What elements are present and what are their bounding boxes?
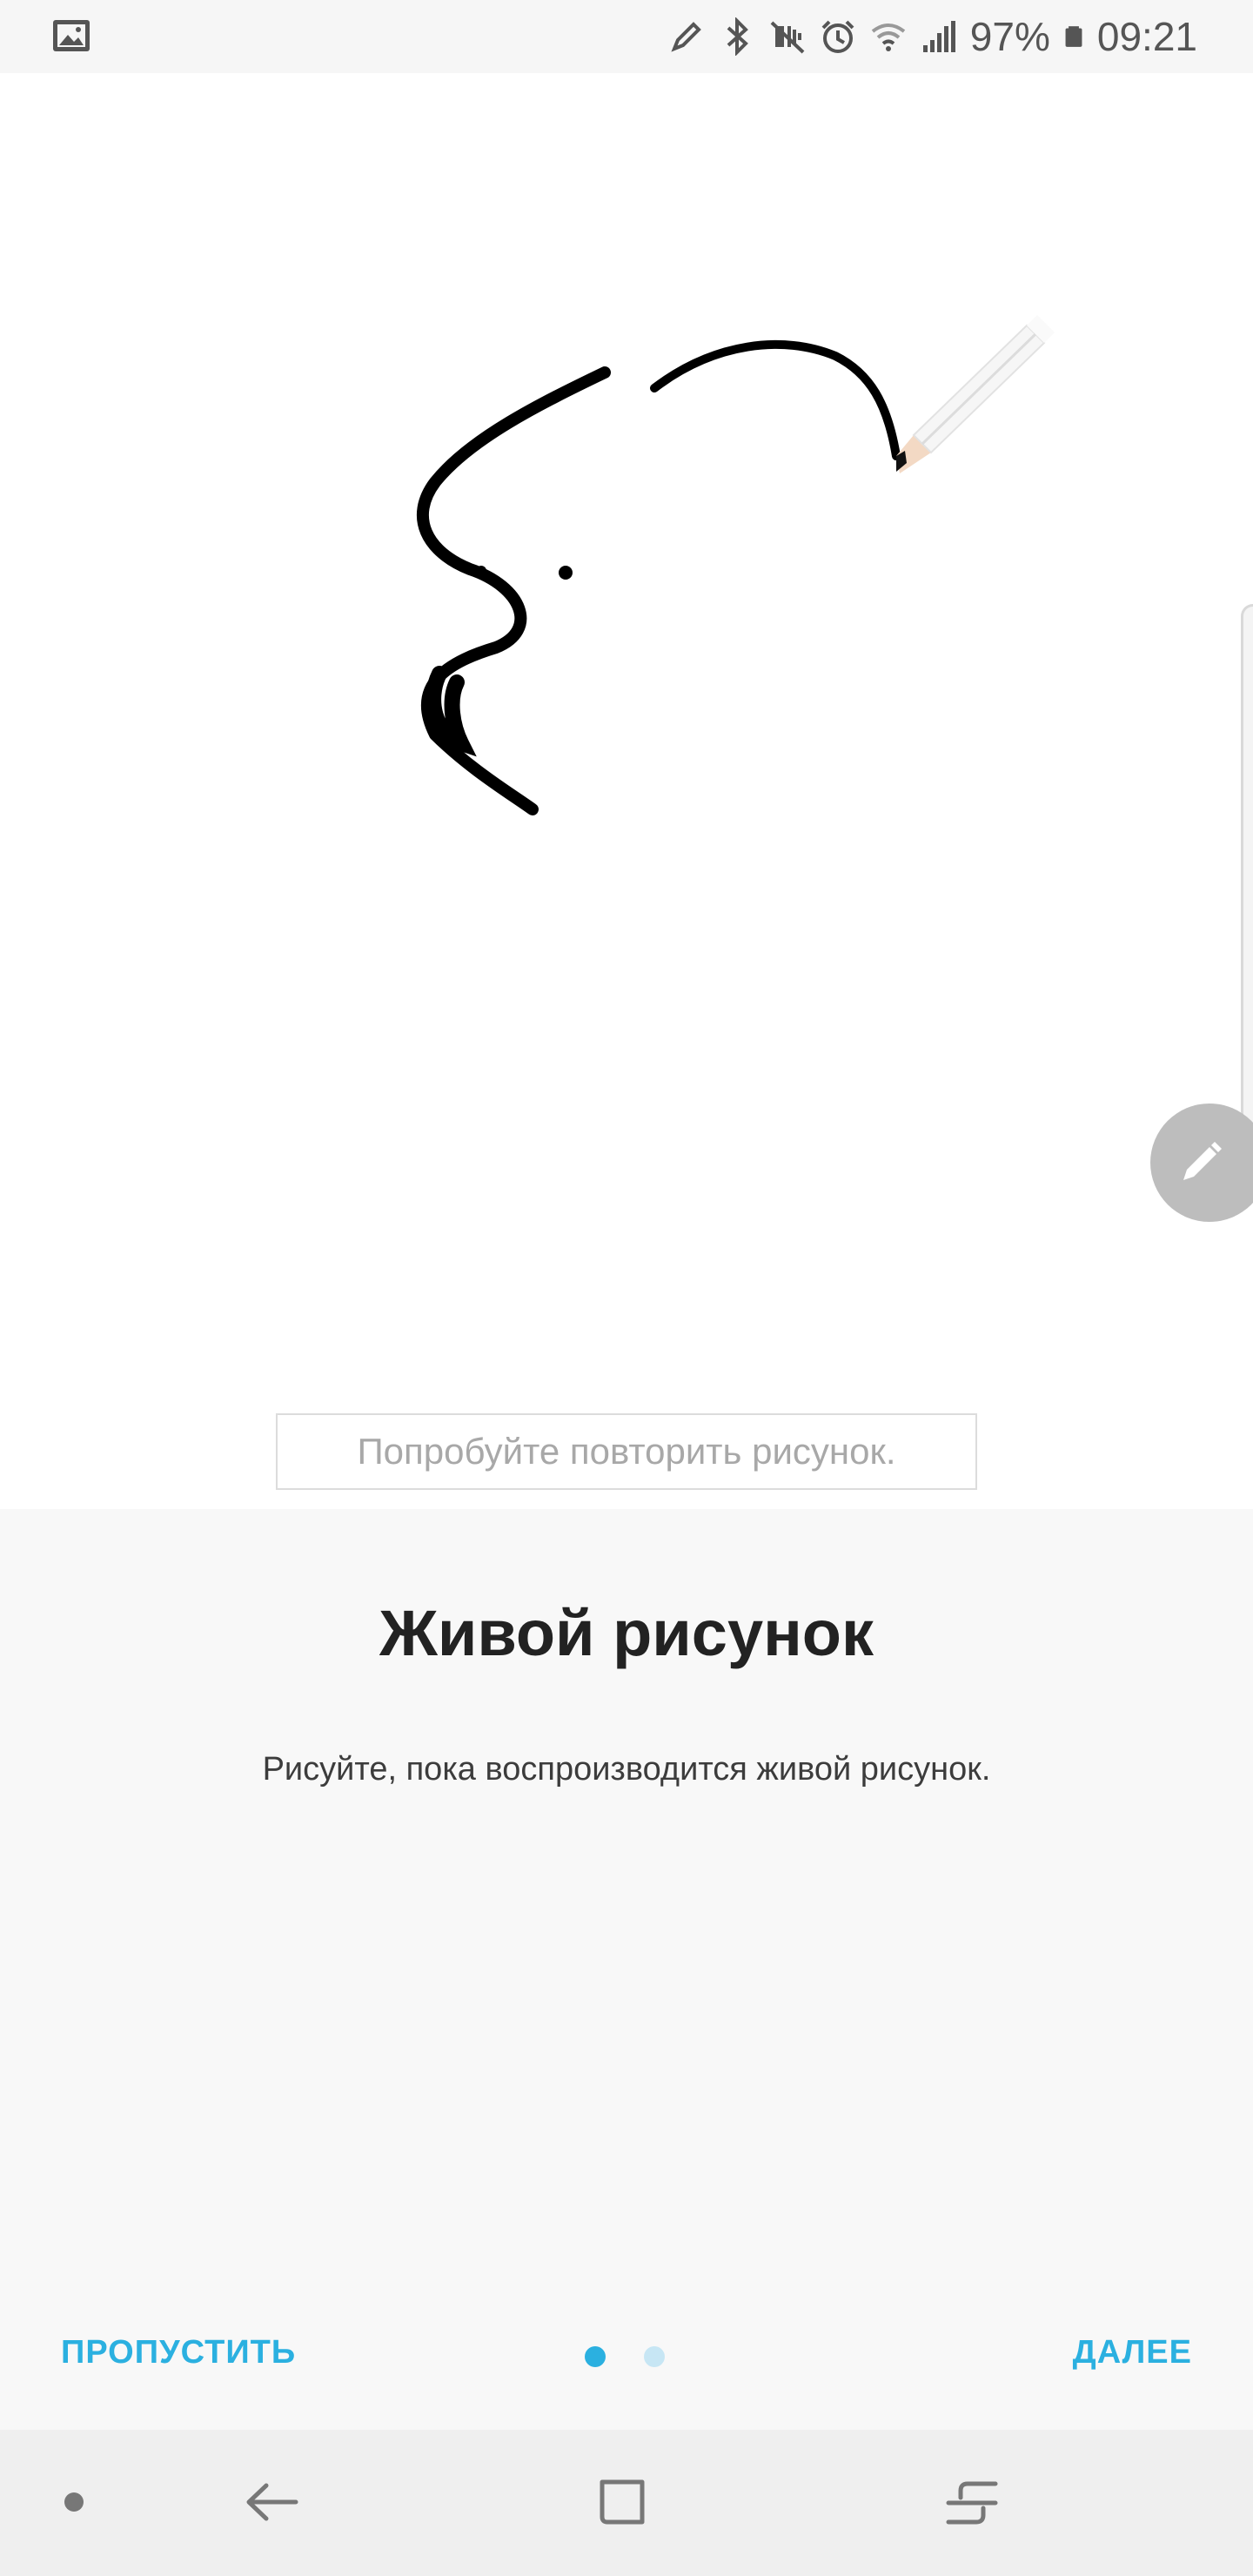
gallery-icon <box>53 20 90 51</box>
onboarding-footer: ПРОПУСТИТЬ ДАЛЕЕ <box>0 2311 1253 2407</box>
pencil-illustration <box>896 315 1055 473</box>
hint-box: Попробуйте повторить рисунок. <box>276 1413 977 1490</box>
page-description: Рисуйте, пока воспроизводится живой рису… <box>262 1751 991 1788</box>
drawing-canvas[interactable]: Попробуйте повторить рисунок. <box>0 73 1253 1509</box>
page-dot-1[interactable] <box>585 2346 606 2367</box>
bluetooth-icon <box>727 17 748 56</box>
status-bar: 97% 09:21 <box>0 0 1253 73</box>
status-icons: 97% 09:21 <box>667 9 1197 64</box>
signal-icon <box>922 21 955 52</box>
dot-icon[interactable] <box>64 2492 84 2512</box>
pen-icon <box>671 22 701 52</box>
page-title: Живой рисунок <box>379 1597 874 1669</box>
recent-apps-icon[interactable] <box>941 2472 1002 2532</box>
pen-icon <box>1183 1142 1222 1180</box>
home-icon[interactable] <box>592 2472 653 2532</box>
drawing-dot-2 <box>559 566 573 580</box>
info-panel: Живой рисунок Рисуйте, пока воспроизводи… <box>0 1509 1253 2430</box>
wifi-icon <box>871 23 906 51</box>
clock: 09:21 <box>1096 14 1197 59</box>
battery-percent: 97% <box>969 14 1050 59</box>
battery-icon <box>1065 26 1082 47</box>
live-drawing <box>416 315 1055 815</box>
page-indicator <box>585 2346 665 2367</box>
next-button[interactable]: ДАЛЕЕ <box>1073 2334 1192 2371</box>
page-dot-2[interactable] <box>644 2346 665 2367</box>
drawing-stroke-3 <box>650 340 901 460</box>
drawing-stroke-2 <box>425 666 477 757</box>
skip-button[interactable]: ПРОПУСТИТЬ <box>61 2334 296 2371</box>
mute-icon <box>770 21 805 54</box>
hint-text: Попробуйте повторить рисунок. <box>357 1431 896 1472</box>
navigation-bar <box>0 2430 1253 2576</box>
alarm-icon <box>821 20 854 53</box>
back-icon[interactable] <box>242 2472 303 2532</box>
drawing-dot-1 <box>476 566 486 576</box>
edge-panel-handle[interactable] <box>1241 604 1253 1135</box>
